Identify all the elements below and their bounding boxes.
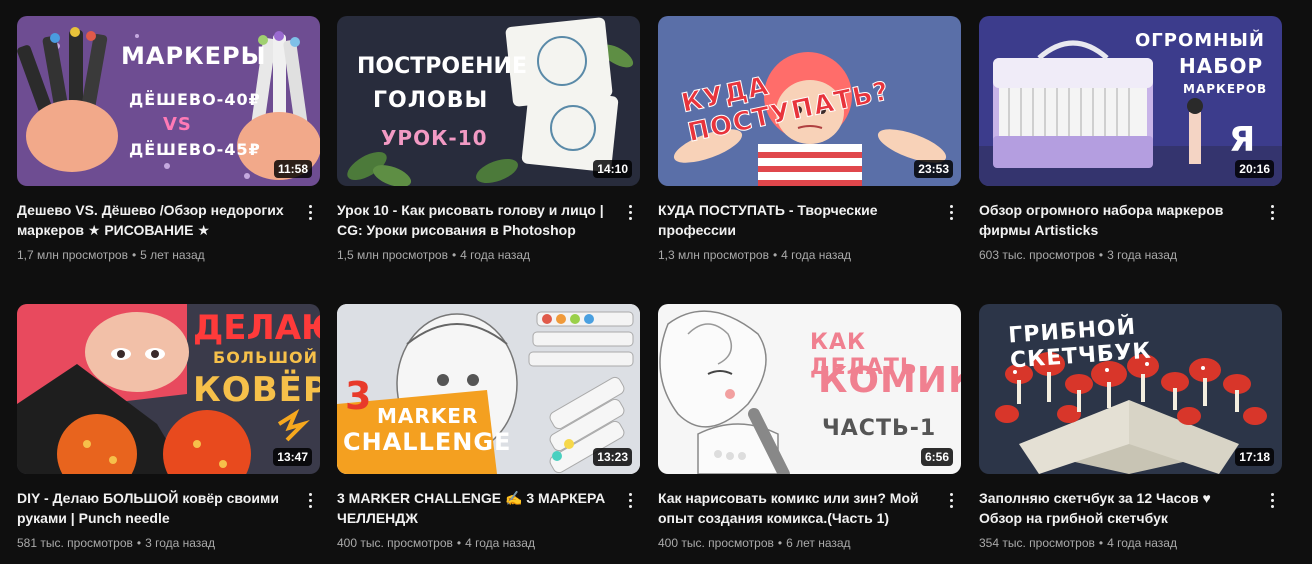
video-title[interactable]: КУДА ПОСТУПАТЬ - Творческие профессии xyxy=(658,200,928,240)
video-duration: 6:56 xyxy=(920,448,953,466)
video-card[interactable]: МАРКЕРЫ ДЁШЕВО-40₽ VS ДЁШЕВО-45₽ 11:58 Д… xyxy=(17,16,322,262)
video-meta: 1,3 млн просмотров • 4 года назад xyxy=(658,248,938,262)
view-count: 1,7 млн просмотров xyxy=(17,248,128,262)
video-card[interactable]: КУДА ПОСТУПАТЬ? 23:53 КУДА ПОСТУПАТЬ - Т… xyxy=(658,16,963,262)
video-meta: 603 тыс. просмотров • 3 года назад xyxy=(979,248,1259,262)
meta-separator: • xyxy=(1098,536,1104,550)
view-count: 1,5 млн просмотров xyxy=(337,248,448,262)
view-count: 400 тыс. просмотров xyxy=(658,536,774,550)
video-thumbnail[interactable]: КАК ДЕЛАТЬ КОМИКС ЧАСТЬ-1 6:56 xyxy=(658,304,961,474)
more-vert-icon[interactable] xyxy=(943,490,959,510)
view-count: 1,3 млн просмотров xyxy=(658,248,769,262)
video-duration: 14:10 xyxy=(593,160,632,178)
more-vert-icon[interactable] xyxy=(943,202,959,222)
video-thumbnail[interactable]: ПОСТРОЕНИЕ ГОЛОВЫ УРОК-10 14:10 xyxy=(337,16,640,186)
view-count: 581 тыс. просмотров xyxy=(17,536,133,550)
video-thumbnail[interactable]: 3 MARKER CHALLENGE 13:23 xyxy=(337,304,640,474)
thumbnail-caption-1: ДЕЛАЮ xyxy=(193,308,320,348)
thumbnail-caption-3: VS xyxy=(163,114,192,135)
video-thumbnail[interactable]: МАРКЕРЫ ДЁШЕВО-40₽ VS ДЁШЕВО-45₽ 11:58 xyxy=(17,16,320,186)
video-card[interactable]: ГРИБНОЙ СКЕТЧБУК 17:18 Заполняю скетчбук… xyxy=(979,304,1284,550)
video-card[interactable]: 3 MARKER CHALLENGE 13:23 3 MARKER CHALLE… xyxy=(337,304,642,550)
upload-age: 4 года назад xyxy=(781,248,852,262)
thumbnail-caption-2: БОЛЬШОЙ xyxy=(213,348,319,367)
more-vert-icon[interactable] xyxy=(622,490,638,510)
view-count: 400 тыс. просмотров xyxy=(337,536,453,550)
video-title[interactable]: Обзор огромного набора маркеров фирмы Ar… xyxy=(979,200,1249,240)
thumbnail-caption-2: ГОЛОВЫ xyxy=(373,88,489,113)
video-duration: 11:58 xyxy=(273,160,312,178)
thumbnail-caption-1: 3 xyxy=(345,374,373,418)
view-count: 603 тыс. просмотров xyxy=(979,248,1095,262)
thumbnail-caption-4: ДЁШЕВО-45₽ xyxy=(129,140,261,159)
view-count: 354 тыс. просмотров xyxy=(979,536,1095,550)
more-vert-icon[interactable] xyxy=(1264,490,1280,510)
thumbnail-caption-2: MARKER xyxy=(377,404,479,428)
thumbnail-caption-1: ОГРОМНЫЙ xyxy=(1135,30,1265,51)
more-vert-icon[interactable] xyxy=(1264,202,1280,222)
video-title[interactable]: 3 MARKER CHALLENGE ✍️ 3 МАРКЕРА ЧЕЛЛЕНДЖ xyxy=(337,488,607,528)
more-vert-icon[interactable] xyxy=(302,490,318,510)
video-duration: 13:47 xyxy=(273,448,312,466)
video-thumbnail[interactable]: ГРИБНОЙ СКЕТЧБУК 17:18 xyxy=(979,304,1282,474)
video-title[interactable]: Заполняю скетчбук за 12 Часов ♥ Обзор на… xyxy=(979,488,1249,528)
video-card[interactable]: ПОСТРОЕНИЕ ГОЛОВЫ УРОК-10 14:10 Урок 10 … xyxy=(337,16,642,262)
thumbnail-caption-4: Я xyxy=(1229,120,1257,160)
video-meta: 1,7 млн просмотров • 5 лет назад xyxy=(17,248,297,262)
upload-age: 4 года назад xyxy=(465,536,535,550)
video-title[interactable]: Урок 10 - Как рисовать голову и лицо | C… xyxy=(337,200,607,240)
thumbnail-caption-3: CHALLENGE xyxy=(343,428,512,456)
video-meta: 400 тыс. просмотров • 6 лет назад xyxy=(658,536,938,550)
thumbnail-caption-1: ПОСТРОЕНИЕ xyxy=(357,54,527,79)
video-title[interactable]: Как нарисовать комикс или зин? Мой опыт … xyxy=(658,488,928,528)
video-duration: 17:18 xyxy=(1235,448,1274,466)
meta-separator: • xyxy=(772,248,778,262)
upload-age: 4 года назад xyxy=(1107,536,1177,550)
video-thumbnail[interactable]: ОГРОМНЫЙ НАБОР МАРКЕРОВ Я 20:16 xyxy=(979,16,1282,186)
video-card[interactable]: ОГРОМНЫЙ НАБОР МАРКЕРОВ Я 20:16 Обзор ог… xyxy=(979,16,1284,262)
video-title[interactable]: Дешево VS. Дёшево /Обзор недорогих марке… xyxy=(17,200,287,240)
video-meta: 1,5 млн просмотров • 4 года назад xyxy=(337,248,617,262)
more-vert-icon[interactable] xyxy=(622,202,638,222)
meta-separator: • xyxy=(456,536,462,550)
video-duration: 20:16 xyxy=(1235,160,1274,178)
meta-separator: • xyxy=(131,248,137,262)
meta-separator: • xyxy=(136,536,142,550)
thumbnail-caption-3: МАРКЕРОВ xyxy=(1183,82,1268,96)
upload-age: 3 года назад xyxy=(1107,248,1177,262)
thumbnail-caption-2: НАБОР xyxy=(1179,54,1264,78)
video-meta: 354 тыс. просмотров • 4 года назад xyxy=(979,536,1259,550)
video-duration: 23:53 xyxy=(914,160,953,178)
upload-age: 3 года назад xyxy=(145,536,215,550)
upload-age: 4 года назад xyxy=(460,248,531,262)
meta-separator: • xyxy=(1098,248,1104,262)
video-meta: 581 тыс. просмотров • 3 года назад xyxy=(17,536,297,550)
video-card[interactable]: ДЕЛАЮ БОЛЬШОЙ КОВЁР 13:47 DIY - Делаю БО… xyxy=(17,304,322,550)
upload-age: 6 лет назад xyxy=(786,536,851,550)
upload-age: 5 лет назад xyxy=(140,248,205,262)
video-title[interactable]: DIY - Делаю БОЛЬШОЙ ковёр своими руками … xyxy=(17,488,287,528)
thumbnail-caption-2: ДЁШЕВО-40₽ xyxy=(129,90,261,109)
video-thumbnail[interactable]: ДЕЛАЮ БОЛЬШОЙ КОВЁР 13:47 xyxy=(17,304,320,474)
video-thumbnail[interactable]: КУДА ПОСТУПАТЬ? 23:53 xyxy=(658,16,961,186)
meta-separator: • xyxy=(777,536,783,550)
video-meta: 400 тыс. просмотров • 4 года назад xyxy=(337,536,617,550)
thumbnail-caption-3: УРОК-10 xyxy=(381,126,488,150)
thumbnail-caption-3: ЧАСТЬ-1 xyxy=(822,416,937,441)
thumbnail-caption-3: КОВЁР xyxy=(193,370,320,410)
thumbnail-caption-2: КОМИКС xyxy=(818,360,961,401)
meta-separator: • xyxy=(451,248,457,262)
video-card[interactable]: КАК ДЕЛАТЬ КОМИКС ЧАСТЬ-1 6:56 Как нарис… xyxy=(658,304,963,550)
video-duration: 13:23 xyxy=(593,448,632,466)
thumbnail-caption-1: МАРКЕРЫ xyxy=(121,42,267,70)
more-vert-icon[interactable] xyxy=(302,202,318,222)
